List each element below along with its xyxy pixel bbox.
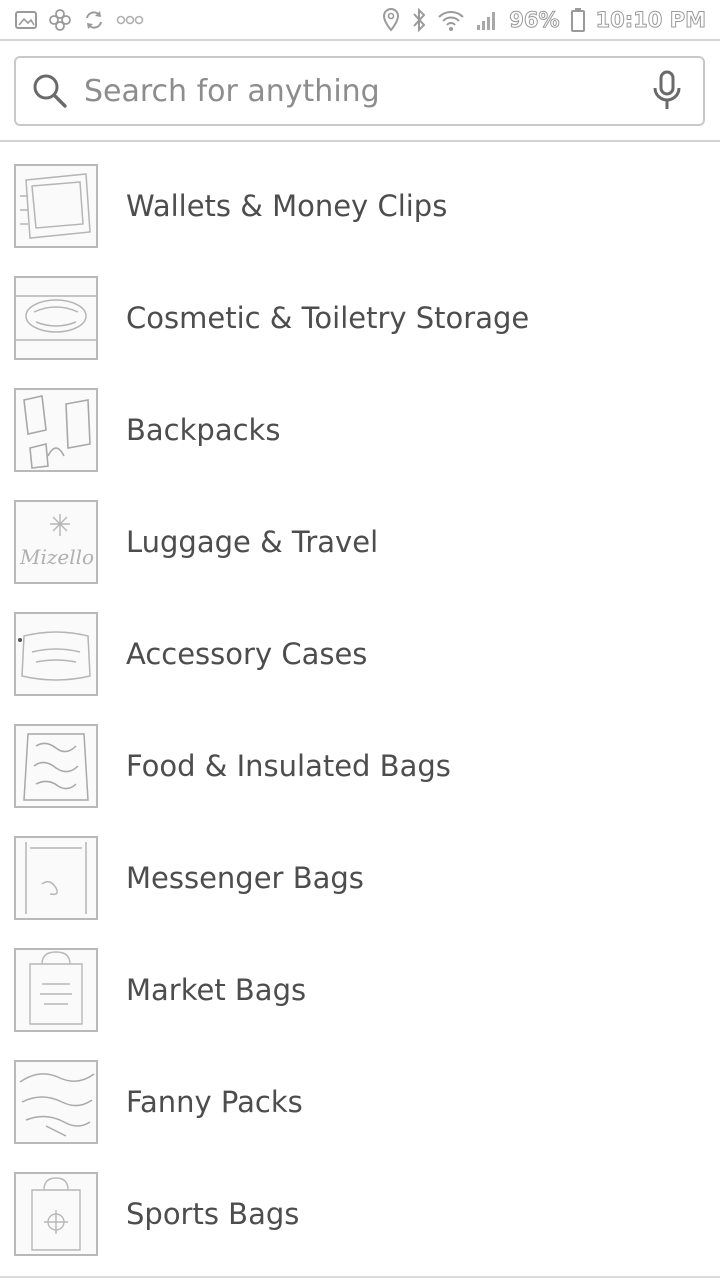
backpack-thumbnail — [14, 388, 98, 472]
status-bar: 96% 10:10 PM — [0, 0, 720, 40]
wallet-thumbnail — [14, 164, 98, 248]
pinwheel-icon — [48, 8, 72, 32]
category-label: Fanny Packs — [126, 1085, 303, 1119]
bluetooth-icon — [411, 7, 427, 33]
status-right-icons: 96% 10:10 PM — [381, 7, 707, 33]
category-item-sports-bags[interactable]: Sports Bags — [0, 1158, 720, 1270]
sync-icon — [82, 8, 106, 32]
microphone-icon[interactable] — [649, 69, 685, 113]
category-list: Wallets & Money Clips Cosmetic & Toiletr… — [0, 150, 720, 1270]
category-item-market-bags[interactable]: Market Bags — [0, 934, 720, 1046]
picture-icon — [14, 9, 38, 31]
category-item-backpacks[interactable]: Backpacks — [0, 374, 720, 486]
search-divider — [0, 140, 720, 142]
category-label: Sports Bags — [126, 1197, 300, 1231]
category-item-accessory-cases[interactable]: Accessory Cases — [0, 598, 720, 710]
category-label: Messenger Bags — [126, 861, 364, 895]
luggage-thumbnail: Mizello — [14, 500, 98, 584]
category-label: Cosmetic & Toiletry Storage — [126, 301, 530, 335]
category-item-messenger-bags[interactable]: Messenger Bags — [0, 822, 720, 934]
bottom-divider — [0, 1276, 720, 1278]
status-left-icons — [14, 8, 144, 32]
category-item-food-bags[interactable]: Food & Insulated Bags — [0, 710, 720, 822]
category-item-cosmetic[interactable]: Cosmetic & Toiletry Storage — [0, 262, 720, 374]
category-item-fanny-packs[interactable]: Fanny Packs — [0, 1046, 720, 1158]
accessory-case-thumbnail — [14, 612, 98, 696]
thumb-brand-text: Mizello — [19, 545, 94, 569]
cosmetic-bag-thumbnail — [14, 276, 98, 360]
battery-icon — [570, 7, 586, 33]
location-icon — [381, 7, 401, 33]
category-label: Backpacks — [126, 413, 281, 447]
wifi-icon — [437, 8, 465, 32]
category-item-luggage[interactable]: Mizello Luggage & Travel — [0, 486, 720, 598]
messenger-bag-thumbnail — [14, 836, 98, 920]
battery-percent: 96% — [509, 8, 560, 33]
category-label: Wallets & Money Clips — [126, 189, 448, 223]
category-label: Accessory Cases — [126, 637, 368, 671]
fanny-pack-thumbnail — [14, 1060, 98, 1144]
category-item-wallets[interactable]: Wallets & Money Clips — [0, 150, 720, 262]
search-bar[interactable] — [14, 56, 705, 126]
search-input[interactable] — [84, 61, 649, 121]
category-label: Market Bags — [126, 973, 307, 1007]
market-bag-thumbnail — [14, 948, 98, 1032]
signal-icon — [475, 9, 499, 31]
status-bar-divider — [0, 39, 720, 41]
food-bag-thumbnail — [14, 724, 98, 808]
category-label: Food & Insulated Bags — [126, 749, 451, 783]
search-icon[interactable] — [30, 71, 70, 111]
clock: 10:10 PM — [595, 8, 706, 33]
category-label: Luggage & Travel — [126, 525, 379, 559]
sports-bag-thumbnail — [14, 1172, 98, 1256]
more-dots-icon — [116, 14, 144, 26]
